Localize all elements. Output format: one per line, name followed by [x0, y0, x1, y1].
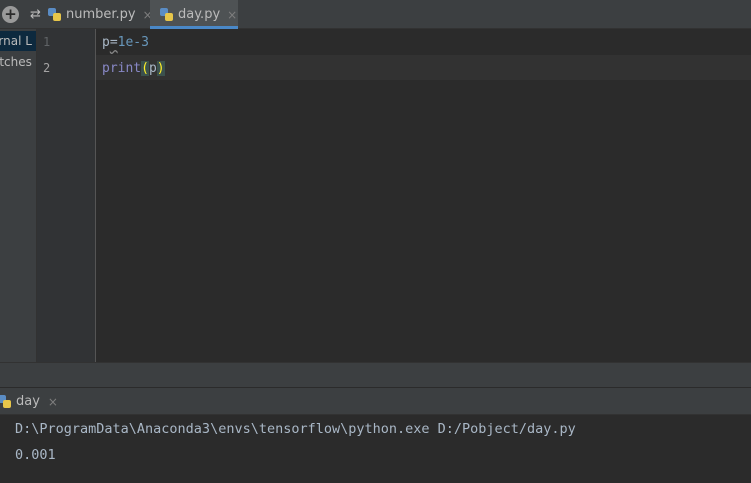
project-panel: ernal L atches [0, 29, 37, 386]
run-console[interactable]: D:\ProgramData\Anaconda3\envs\tensorflow… [0, 415, 751, 483]
console-command-line: D:\ProgramData\Anaconda3\envs\tensorflow… [15, 421, 576, 437]
project-item-external-libraries[interactable]: ernal L [0, 31, 36, 51]
code-operator: = [109, 35, 118, 50]
ide-window: + ⇄ number.py × day.py × ernal L atches … [0, 0, 751, 483]
tab-number-py[interactable]: number.py × [38, 0, 153, 29]
tab-label: number.py [66, 7, 136, 22]
python-file-icon [0, 395, 11, 408]
close-icon[interactable]: × [48, 395, 58, 409]
code-argument: p [148, 61, 157, 76]
run-tab-day[interactable]: day × [0, 388, 66, 415]
code-close-paren: ) [156, 61, 165, 76]
python-file-icon [160, 8, 173, 21]
editor-tab-bar: + ⇄ number.py × day.py × [0, 0, 751, 29]
console-output-line: 0.001 [15, 447, 56, 463]
project-item-scratches[interactable]: atches [0, 52, 32, 72]
close-icon[interactable]: × [227, 8, 237, 22]
code-builtin-function: print [102, 61, 142, 76]
code-open-paren: ( [141, 61, 149, 76]
run-tab-label: day [16, 394, 40, 409]
tab-day-py[interactable]: day.py × [150, 0, 238, 29]
python-file-icon [48, 8, 61, 21]
editor-gutter: 1 2 [37, 29, 96, 362]
code-number-literal: 1e-3 [117, 35, 149, 50]
code-editor[interactable]: p=1e-3 print(p) [96, 29, 751, 362]
run-tool-window-header: day × [0, 387, 751, 415]
line-number: 1 [43, 35, 51, 49]
code-line-1[interactable]: p=1e-3 [102, 30, 149, 55]
code-line-2[interactable]: print(p) [102, 56, 165, 81]
current-line-highlight [96, 55, 751, 80]
panel-separator [0, 362, 751, 387]
code-variable: p [102, 35, 110, 50]
line-number: 2 [43, 61, 51, 75]
add-circle-icon[interactable]: + [2, 6, 19, 23]
tab-label: day.py [178, 7, 221, 22]
